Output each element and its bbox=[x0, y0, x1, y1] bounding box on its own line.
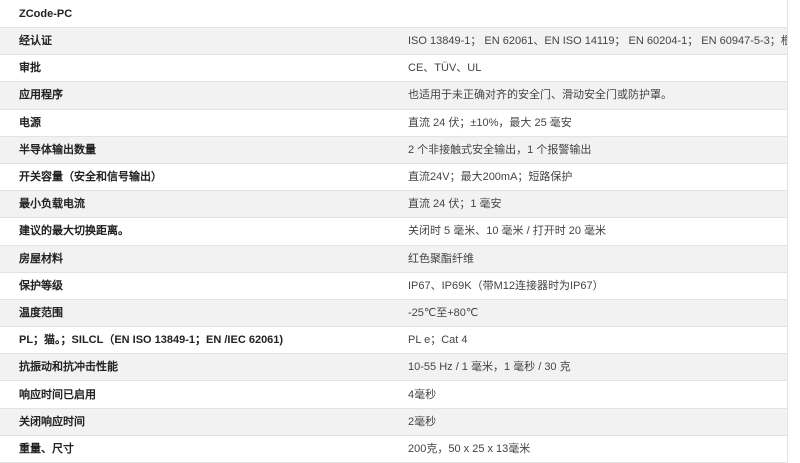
row-label: 建议的最大切换距离。 bbox=[0, 217, 394, 246]
spec-table: ZCode-PC 经认证 ISO 13849-1； EN 62061、EN IS… bbox=[0, 0, 788, 463]
row-value: 10-55 Hz / 1 毫米，1 毫秒 / 30 克 bbox=[394, 353, 788, 382]
row-label: 经认证 bbox=[0, 27, 394, 56]
row-label: 半导体输出数量 bbox=[0, 136, 394, 164]
table-row: 关闭响应时间 2毫秒 bbox=[0, 408, 788, 436]
row-label: 应用程序 bbox=[0, 81, 394, 110]
row-value: 直流 24 伏；±10%，最大 25 毫安 bbox=[394, 109, 788, 137]
row-label: 抗振动和抗冲击性能 bbox=[0, 353, 394, 382]
table-row: 建议的最大切换距离。 关闭时 5 毫米、10 毫米 / 打开时 20 毫米 bbox=[0, 217, 788, 246]
row-label: 审批 bbox=[0, 54, 394, 83]
table-row: 应用程序 也适用于未正确对齐的安全门、滑动安全门或防护罩。 bbox=[0, 81, 788, 110]
row-value: 2毫秒 bbox=[394, 408, 788, 436]
row-value: IP67、IP69K（带M12连接器时为IP67） bbox=[394, 272, 788, 300]
row-value: CE、TÜV、UL bbox=[394, 54, 788, 83]
row-label: PL；猫。；SILCL（EN ISO 13849-1；EN /IEC 62061… bbox=[0, 326, 394, 355]
row-value: 2 个非接触式安全输出，1 个报警输出 bbox=[394, 136, 788, 164]
table-row: 最小负载电流 直流 24 伏；1 毫安 bbox=[0, 190, 788, 219]
table-row: 抗振动和抗冲击性能 10-55 Hz / 1 毫米，1 毫秒 / 30 克 bbox=[0, 353, 788, 382]
table-row: 温度范围 -25℃至+80℃ bbox=[0, 299, 788, 328]
table-row: 电源 直流 24 伏；±10%，最大 25 毫安 bbox=[0, 109, 788, 137]
product-title: ZCode-PC bbox=[0, 0, 788, 28]
row-value: 也适用于未正确对齐的安全门、滑动安全门或防护罩。 bbox=[394, 81, 788, 110]
table-right-border bbox=[787, 0, 788, 463]
row-label: 电源 bbox=[0, 109, 394, 137]
row-value: 4毫秒 bbox=[394, 380, 788, 409]
row-value: 红色聚酯纤维 bbox=[394, 245, 788, 273]
table-row: 响应时间已启用 4毫秒 bbox=[0, 380, 788, 409]
row-value: 直流 24 伏；1 毫安 bbox=[394, 190, 788, 219]
table-title-row: ZCode-PC bbox=[0, 0, 788, 28]
row-label: 最小负载电流 bbox=[0, 190, 394, 219]
row-value: -25℃至+80℃ bbox=[394, 299, 788, 328]
row-label: 房屋材料 bbox=[0, 245, 394, 273]
row-label: 响应时间已启用 bbox=[0, 380, 394, 409]
table-row: 房屋材料 红色聚酯纤维 bbox=[0, 245, 788, 273]
row-value: PL e；Cat 4 bbox=[394, 326, 788, 355]
row-value: 200克，50 x 25 x 13毫米 bbox=[394, 435, 788, 463]
table-row: 经认证 ISO 13849-1； EN 62061、EN ISO 14119； … bbox=[0, 27, 788, 56]
table-row: 半导体输出数量 2 个非接触式安全输出，1 个报警输出 bbox=[0, 136, 788, 164]
table-row: 重量、尺寸 200克，50 x 25 x 13毫米 bbox=[0, 435, 788, 463]
table-row: 开关容量（安全和信号输出） 直流24V；最大200mA；短路保护 bbox=[0, 163, 788, 192]
row-label: 开关容量（安全和信号输出） bbox=[0, 163, 394, 192]
table-row: 审批 CE、TÜV、UL bbox=[0, 54, 788, 83]
row-value: ISO 13849-1； EN 62061、EN ISO 14119； EN 6… bbox=[394, 27, 788, 56]
row-label: 保护等级 bbox=[0, 272, 394, 300]
row-label: 重量、尺寸 bbox=[0, 435, 394, 463]
row-value: 直流24V；最大200mA；短路保护 bbox=[394, 163, 788, 192]
table-row: PL；猫。；SILCL（EN ISO 13849-1；EN /IEC 62061… bbox=[0, 326, 788, 355]
row-label: 温度范围 bbox=[0, 299, 394, 328]
table-row: 保护等级 IP67、IP69K（带M12连接器时为IP67） bbox=[0, 272, 788, 300]
row-value: 关闭时 5 毫米、10 毫米 / 打开时 20 毫米 bbox=[394, 217, 788, 246]
row-label: 关闭响应时间 bbox=[0, 408, 394, 436]
